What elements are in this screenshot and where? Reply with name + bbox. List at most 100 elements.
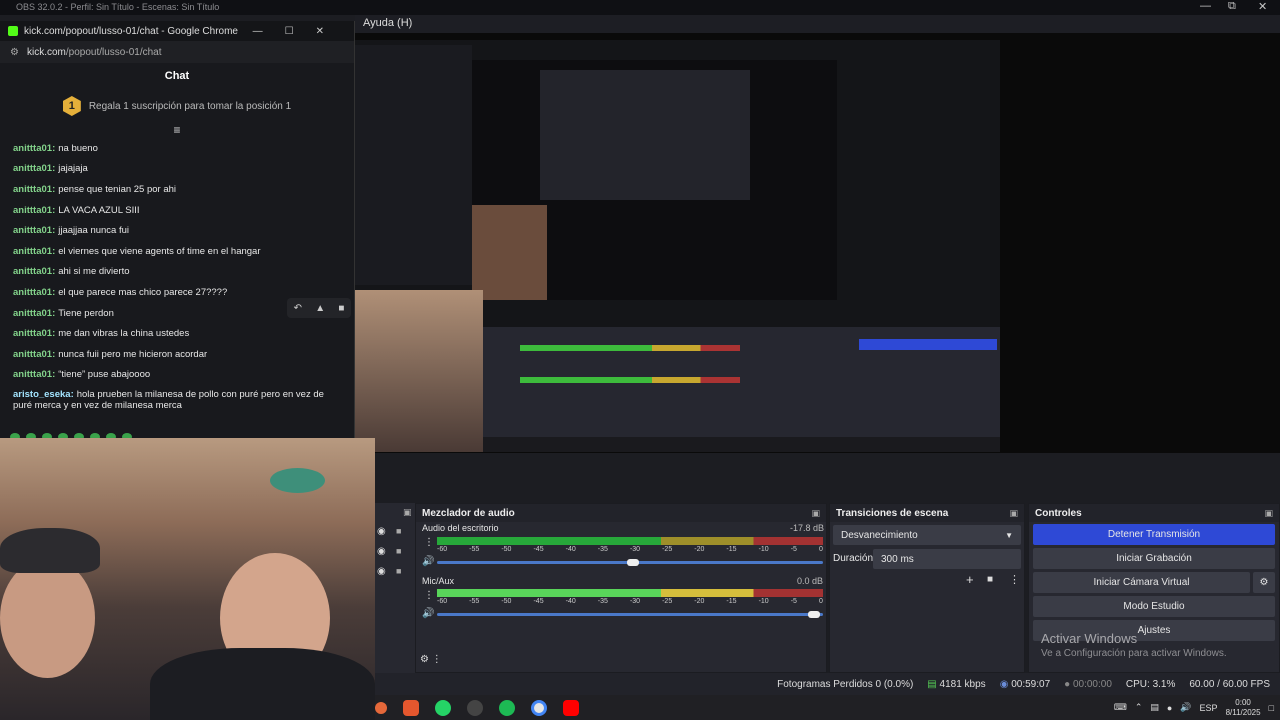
add-icon[interactable]: + (966, 572, 974, 587)
whatsapp-icon[interactable] (435, 699, 451, 716)
url-host: kick.com (26, 46, 66, 58)
gift-banner[interactable]: 1 Regala 1 suscripción para tomar la pos… (0, 89, 354, 123)
chat-text: el viernes que viene agents of time en e… (58, 245, 261, 257)
chat-username[interactable]: anittta01: (13, 308, 55, 319)
chat-username[interactable]: aristo_eseka: (13, 389, 74, 400)
eye-icon[interactable]: ◉ (377, 566, 386, 577)
chat-text: jajajaja (58, 163, 88, 175)
preview-chat-capture (355, 45, 472, 285)
eye-icon[interactable]: ◉ (377, 546, 386, 557)
status-bar: Fotogramas Perdidos 0 (0.0%) ▤ 4181 kbps… (375, 673, 1280, 695)
chat-message[interactable]: anittta01: ahi si me divierto (0, 261, 354, 282)
volume-knob[interactable] (627, 559, 639, 566)
restore-icon[interactable]: ⧉ (1228, 0, 1236, 13)
track-db: 0.0 dB (797, 576, 824, 586)
trash-icon[interactable]: ■ (338, 303, 344, 314)
chat-text: el que parece mas chico parece 27???? (58, 286, 228, 298)
address-bar[interactable]: ⚙ kick.com/popout/lusso-01/chat (0, 41, 354, 63)
chat-message[interactable]: anittta01: nunca fuii pero me hicieron ac… (0, 343, 354, 364)
chat-username[interactable]: anittta01: (13, 246, 55, 257)
language-indicator[interactable]: ESP (1200, 703, 1218, 713)
lock-icon[interactable]: ■ (396, 546, 401, 556)
fps: 60.00 / 60.00 FPS (1189, 678, 1270, 690)
transition-select[interactable]: Desvanecimiento ▼ (833, 525, 1021, 545)
reply-icon[interactable]: ↶ (294, 303, 302, 314)
obs-icon[interactable] (467, 699, 483, 716)
pin-icon[interactable]: ▲ (315, 303, 325, 314)
wifi-icon[interactable]: ▤ (1150, 702, 1159, 713)
firefox-icon[interactable] (375, 701, 387, 714)
chat-message[interactable]: anittta01: jajajaja (0, 158, 354, 179)
chat-message[interactable]: anittta01: me dan vibras la china ustedes (0, 322, 354, 343)
chevron-up-icon[interactable]: ⌃ (1135, 702, 1143, 713)
track-name: Audio del escritorio (422, 523, 499, 533)
chevron-down-icon: ▼ (1005, 530, 1013, 540)
duration-field[interactable]: 300 ms (873, 549, 1021, 569)
notifications-icon[interactable]: □ (1269, 703, 1274, 713)
chat-message[interactable]: anittta01: pense que tenian 25 por ahi (0, 178, 354, 199)
mic-icon[interactable]: ● (1167, 703, 1172, 713)
chat-username[interactable]: anittta01: (13, 369, 55, 380)
scale-tick: -10 (758, 598, 769, 605)
chat-username[interactable]: anittta01: (13, 184, 55, 195)
activation-watermark-title: Activar Windows (1041, 631, 1138, 646)
obs-preview[interactable] (355, 40, 1000, 452)
track-menu-icon[interactable]: ⋮ (424, 590, 434, 601)
chrome-icon[interactable] (531, 699, 547, 716)
obs-title-bar: OBS 32.0.2 - Perfil: Sin Título - Escena… (0, 0, 1280, 15)
chat-message[interactable]: aristo_eseka: hola prueben la milanesa de… (0, 384, 354, 414)
chat-message[interactable]: anittta01: na bueno (0, 137, 354, 158)
menu-icon[interactable]: ⋮ (1009, 573, 1020, 586)
spotify-icon[interactable] (499, 699, 515, 716)
preview-nested-frame (540, 70, 750, 200)
stop-stream-button[interactable]: Detener Transmisión (1033, 524, 1275, 545)
volume-slider[interactable] (437, 613, 823, 616)
float-icon[interactable]: ▣ (811, 508, 820, 519)
chat-message[interactable]: anittta01: “tiene” puse abajoooo (0, 364, 354, 385)
hat-bg (270, 468, 325, 493)
scale-tick: -20 (694, 598, 705, 605)
chat-message[interactable]: anittta01: el viernes que viene agents of… (0, 240, 354, 261)
scale-tick: -5 (790, 546, 797, 553)
chevron-down-icon[interactable]: ≡ (0, 123, 354, 137)
studio-mode-button[interactable]: Modo Estudio (1033, 596, 1275, 617)
chat-username[interactable]: anittta01: (13, 205, 55, 216)
window-controls-icon[interactable]: —☐✕ (253, 26, 346, 37)
cap (0, 528, 100, 573)
chat-username[interactable]: anittta01: (13, 349, 55, 360)
eye-icon[interactable]: ◉ (377, 526, 386, 537)
chat-username[interactable]: anittta01: (13, 266, 55, 277)
start-record-button[interactable]: Iniciar Grabación (1033, 548, 1275, 569)
chat-message[interactable]: anittta01: LA VACA AZUL SIII (0, 199, 354, 220)
gear-icon[interactable]: ⚙ (1253, 572, 1275, 593)
volume-icon[interactable]: 🔊 (1180, 702, 1191, 713)
float-icon[interactable]: ▣ (1009, 508, 1018, 519)
youtube-icon[interactable] (563, 699, 579, 716)
virtual-cam-button[interactable]: Iniciar Cámara Virtual (1033, 572, 1250, 593)
volume-knob[interactable] (808, 611, 820, 618)
chat-username[interactable]: anittta01: (13, 287, 55, 298)
track-menu-icon[interactable]: ⋮ (424, 537, 434, 548)
chat-username[interactable]: anittta01: (13, 143, 55, 154)
float-icon[interactable]: ▣ (1264, 508, 1273, 519)
site-info-icon[interactable]: ⚙ (10, 47, 19, 58)
minimize-icon[interactable]: — (1200, 0, 1211, 12)
app-icon[interactable] (403, 699, 419, 716)
menu-help[interactable]: Ayuda (H) (363, 17, 412, 29)
chat-username[interactable]: anittta01: (13, 225, 55, 236)
trash-icon[interactable]: ■ (987, 574, 993, 585)
chat-text: na bueno (58, 142, 98, 154)
speaker-icon[interactable]: 🔊 (422, 556, 434, 567)
chat-username[interactable]: anittta01: (13, 328, 55, 339)
system-tray: ⌨ ⌃ ▤ ● 🔊 ESP 0:00 8/11/2025 □ (1114, 698, 1280, 718)
close-icon[interactable]: ✕ (1258, 0, 1267, 13)
chat-message[interactable]: anittta01: jjaajjaa nunca fui (0, 219, 354, 240)
keyboard-icon[interactable]: ⌨ (1114, 702, 1127, 713)
clock[interactable]: 0:00 8/11/2025 (1226, 698, 1261, 718)
chat-username[interactable]: anittta01: (13, 163, 55, 174)
lock-icon[interactable]: ■ (396, 566, 401, 576)
lock-icon[interactable]: ■ (396, 526, 401, 536)
advanced-audio-icon[interactable]: ⚙ ⋮ (420, 654, 442, 665)
float-icon[interactable]: ▣ (403, 507, 412, 518)
speaker-icon[interactable]: 🔊 (422, 608, 434, 619)
